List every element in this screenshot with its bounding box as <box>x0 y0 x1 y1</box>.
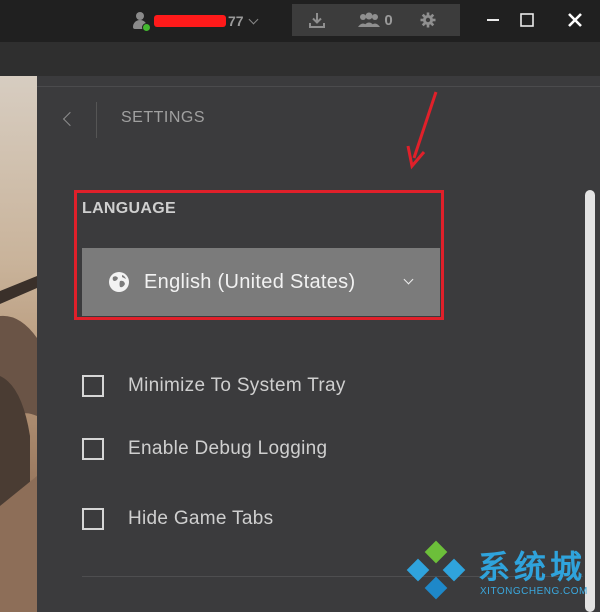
background-artwork <box>0 76 37 612</box>
page-title: SETTINGS <box>121 109 206 126</box>
option-minimize-to-tray[interactable]: Minimize To System Tray <box>82 372 346 400</box>
redacted-username <box>154 15 226 27</box>
header-divider-line <box>37 86 600 87</box>
maximize-icon <box>520 13 534 27</box>
chevron-left-icon <box>62 111 78 127</box>
option-label: Enable Debug Logging <box>128 438 328 459</box>
online-status-dot <box>142 23 151 32</box>
title-bar: 77 0 <box>0 0 600 42</box>
maximize-button[interactable] <box>514 8 540 32</box>
option-label: Minimize To System Tray <box>128 375 346 396</box>
option-hide-game-tabs[interactable]: Hide Game Tabs <box>82 505 273 533</box>
settings-header: SETTINGS <box>37 76 600 162</box>
debug-logging-checkbox[interactable] <box>82 438 104 460</box>
header-band <box>0 42 600 76</box>
language-label: LANGUAGE <box>82 200 176 217</box>
watermark: 系统城 XITONGCHENG.COM <box>406 538 600 612</box>
minimize-to-tray-checkbox[interactable] <box>82 375 104 397</box>
chevron-down-icon <box>403 274 414 285</box>
watermark-title: 系统城 <box>478 549 587 585</box>
settings-button[interactable] <box>408 4 448 36</box>
close-icon <box>568 13 582 27</box>
user-icon <box>132 11 151 32</box>
globe-icon <box>109 272 129 292</box>
download-icon <box>309 13 325 28</box>
minimize-icon <box>487 19 499 21</box>
option-enable-debug-logging[interactable]: Enable Debug Logging <box>82 435 327 463</box>
user-name-suffix: 77 <box>228 13 244 29</box>
settings-panel: SETTINGS LANGUAGE English (United States… <box>37 76 600 612</box>
minimize-button[interactable] <box>480 8 506 32</box>
option-label: Hide Game Tabs <box>128 508 274 529</box>
watermark-logo-icon <box>406 540 466 600</box>
header-divider <box>96 102 97 138</box>
hide-game-tabs-checkbox[interactable] <box>82 508 104 530</box>
friends-icon <box>358 12 381 27</box>
friends-count: 0 <box>384 11 393 29</box>
close-button[interactable] <box>562 8 588 32</box>
title-bar-tools: 0 <box>292 4 460 36</box>
back-button[interactable] <box>53 104 83 134</box>
gear-icon <box>420 12 436 28</box>
friends-button[interactable]: 0 <box>342 4 408 36</box>
language-selected-value: English (United States) <box>144 270 356 293</box>
downloads-button[interactable] <box>292 4 342 36</box>
language-select[interactable]: English (United States) <box>82 248 440 316</box>
user-account-menu[interactable]: 77 <box>132 8 259 34</box>
chevron-down-icon <box>248 14 259 24</box>
watermark-subtitle: XITONGCHENG.COM <box>480 586 588 597</box>
